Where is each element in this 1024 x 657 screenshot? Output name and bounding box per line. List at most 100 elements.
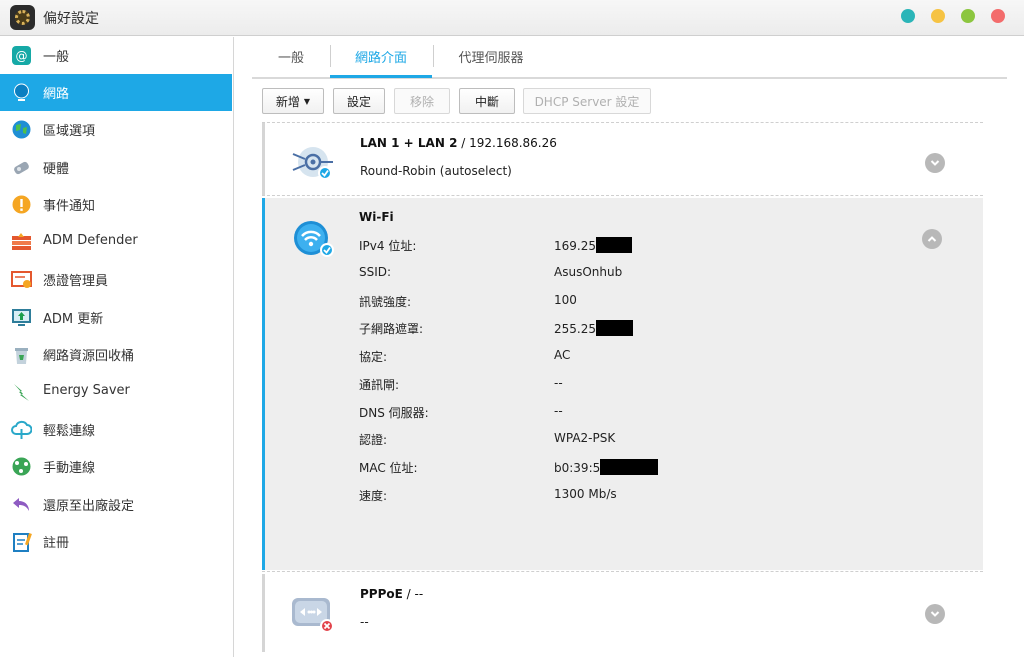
sidebar-item-notifications[interactable]: 事件通知 <box>0 186 232 223</box>
remove-button[interactable]: 移除 <box>394 88 450 114</box>
sidebar-item-registration[interactable]: 註冊 <box>0 523 232 560</box>
region-globe-icon <box>11 119 32 140</box>
recycle-bin-icon <box>11 344 32 365</box>
lan-aggregation-icon <box>291 141 335 185</box>
prop-value: -- <box>554 404 563 418</box>
prop-label: DNS 伺服器: <box>359 406 429 420</box>
dhcp-server-settings-button[interactable]: DHCP Server 設定 <box>523 88 651 114</box>
sidebar-item-hardware[interactable]: 硬體 <box>0 149 232 186</box>
wifi-auth-row: 認證: WPA2-PSK <box>359 431 959 451</box>
minimize-window-button[interactable] <box>931 9 945 23</box>
connected-check-icon <box>318 166 332 180</box>
prop-value: -- <box>554 376 563 390</box>
prop-value: AC <box>554 348 571 362</box>
expand-chevron-down-icon[interactable] <box>925 153 945 173</box>
sidebar-item-label: 手動連線 <box>43 461 96 476</box>
wifi-dns-row: DNS 伺服器: -- <box>359 404 959 424</box>
svg-text:@: @ <box>16 49 28 63</box>
prop-label: IPv4 位址: <box>359 239 417 253</box>
lan-name: LAN 1 + LAN 2 <box>360 136 458 150</box>
sidebar-item-label: 輕鬆連線 <box>43 424 96 439</box>
settings-button[interactable]: 設定 <box>333 88 385 114</box>
close-window-button[interactable] <box>991 9 1005 23</box>
add-dropdown-button[interactable]: 新增 ▼ <box>262 88 324 114</box>
pppoe-status: -- <box>360 615 369 629</box>
wifi-subnet-row: 子網路遮罩: 255.25 <box>359 320 959 340</box>
globe-icon <box>11 82 32 103</box>
prop-label: 速度: <box>359 489 388 503</box>
sidebar-item-recycle-bin[interactable]: 網路資源回收桶 <box>0 336 232 373</box>
prop-value: 100 <box>554 293 577 307</box>
row-divider <box>262 195 983 196</box>
subnet-value: 255.25 <box>554 322 596 336</box>
wifi-ssid-row: SSID: AsusOnhub <box>359 265 959 285</box>
prop-label: 協定: <box>359 350 388 364</box>
lan-ip: / 192.168.86.26 <box>457 136 557 150</box>
title-bar: 偏好設定 <box>0 0 1024 36</box>
interface-card-wifi[interactable]: Wi-Fi IPv4 位址: 169.25 SSID: AsusOnhub 訊號… <box>262 198 983 570</box>
connected-check-icon <box>320 243 334 257</box>
sidebar-item-factory-reset[interactable]: 還原至出廠設定 <box>0 486 232 523</box>
sidebar-item-label: 區域選項 <box>43 124 96 139</box>
alert-icon <box>11 194 32 215</box>
lan-mode: Round-Robin (autoselect) <box>360 164 512 178</box>
prop-value: b0:39:5 <box>554 459 659 475</box>
pppoe-title: PPPoE / -- <box>360 587 423 601</box>
firewall-icon <box>11 232 32 253</box>
registration-clipboard-icon <box>11 531 32 552</box>
cloud-connect-icon <box>11 419 32 440</box>
pin-window-button[interactable] <box>901 9 915 23</box>
sidebar-item-certificate-manager[interactable]: 憑證管理員 <box>0 261 232 298</box>
sidebar-item-label: 網路 <box>43 87 70 102</box>
wifi-icon <box>291 218 335 262</box>
sidebar-item-energy-saver[interactable]: Energy Saver <box>0 374 232 411</box>
tab-network-interface[interactable]: 網路介面 <box>330 47 432 77</box>
preferences-app-icon <box>10 5 35 30</box>
disconnect-button[interactable]: 中斷 <box>459 88 515 114</box>
sidebar-item-manual-connect[interactable]: 手動連線 <box>0 448 232 485</box>
expand-chevron-down-icon[interactable] <box>925 604 945 624</box>
sidebar-item-adm-defender[interactable]: ADM Defender <box>0 224 232 261</box>
prop-value: 169.25 <box>554 237 632 253</box>
add-button-label: 新增 <box>275 94 300 109</box>
sidebar-item-label: 一般 <box>43 50 70 65</box>
prop-value: 1300 Mb/s <box>554 487 617 501</box>
redaction-block <box>596 237 632 253</box>
prop-label: SSID: <box>359 265 392 279</box>
prop-value: WPA2-PSK <box>554 431 616 445</box>
sidebar-item-adm-update[interactable]: ADM 更新 <box>0 299 232 336</box>
redaction-block <box>600 459 659 475</box>
interface-card-pppoe[interactable]: PPPoE / -- -- <box>262 574 983 652</box>
sidebar-item-general[interactable]: @ 一般 <box>0 37 232 74</box>
wifi-mac-row: MAC 位址: b0:39:5 <box>359 459 959 479</box>
sidebar-item-label: 硬體 <box>43 162 70 177</box>
collapse-chevron-up-icon[interactable] <box>922 229 942 249</box>
preferences-window: 偏好設定 @ 一般 網路 區域選項 硬體 事件通知 ADM Defender 憑… <box>0 0 1024 657</box>
mac-value: b0:39:5 <box>554 461 601 475</box>
maximize-window-button[interactable] <box>961 9 975 23</box>
row-divider <box>262 571 983 572</box>
wifi-signal-row: 訊號強度: 100 <box>359 293 959 313</box>
pppoe-name: PPPoE <box>360 587 403 601</box>
wifi-title: Wi-Fi <box>359 210 394 224</box>
certificate-icon <box>11 269 32 290</box>
tab-general[interactable]: 一般 <box>252 47 330 77</box>
wifi-speed-row: 速度: 1300 Mb/s <box>359 487 959 507</box>
redaction-block <box>596 320 633 336</box>
wifi-name: Wi-Fi <box>359 210 394 224</box>
general-icon: @ <box>11 45 32 66</box>
prop-label: 通訊閘: <box>359 378 400 392</box>
sidebar-item-label: 事件通知 <box>43 199 96 214</box>
energy-bolt-icon <box>11 382 32 403</box>
prop-label: MAC 位址: <box>359 461 418 475</box>
sidebar-item-ez-connect[interactable]: 輕鬆連線 <box>0 411 232 448</box>
window-title: 偏好設定 <box>43 11 99 27</box>
sidebar-item-network[interactable]: 網路 <box>0 74 232 111</box>
tab-proxy-server[interactable]: 代理伺服器 <box>433 47 549 77</box>
interface-card-lan[interactable]: LAN 1 + LAN 2 / 192.168.86.26 Round-Robi… <box>262 123 983 195</box>
sidebar-item-label: 網路資源回收桶 <box>43 349 135 364</box>
sidebar-item-label: 還原至出廠設定 <box>43 499 135 514</box>
network-sphere-icon <box>11 456 32 477</box>
sidebar-item-label: 註冊 <box>43 536 70 551</box>
sidebar-item-region[interactable]: 區域選項 <box>0 111 232 148</box>
